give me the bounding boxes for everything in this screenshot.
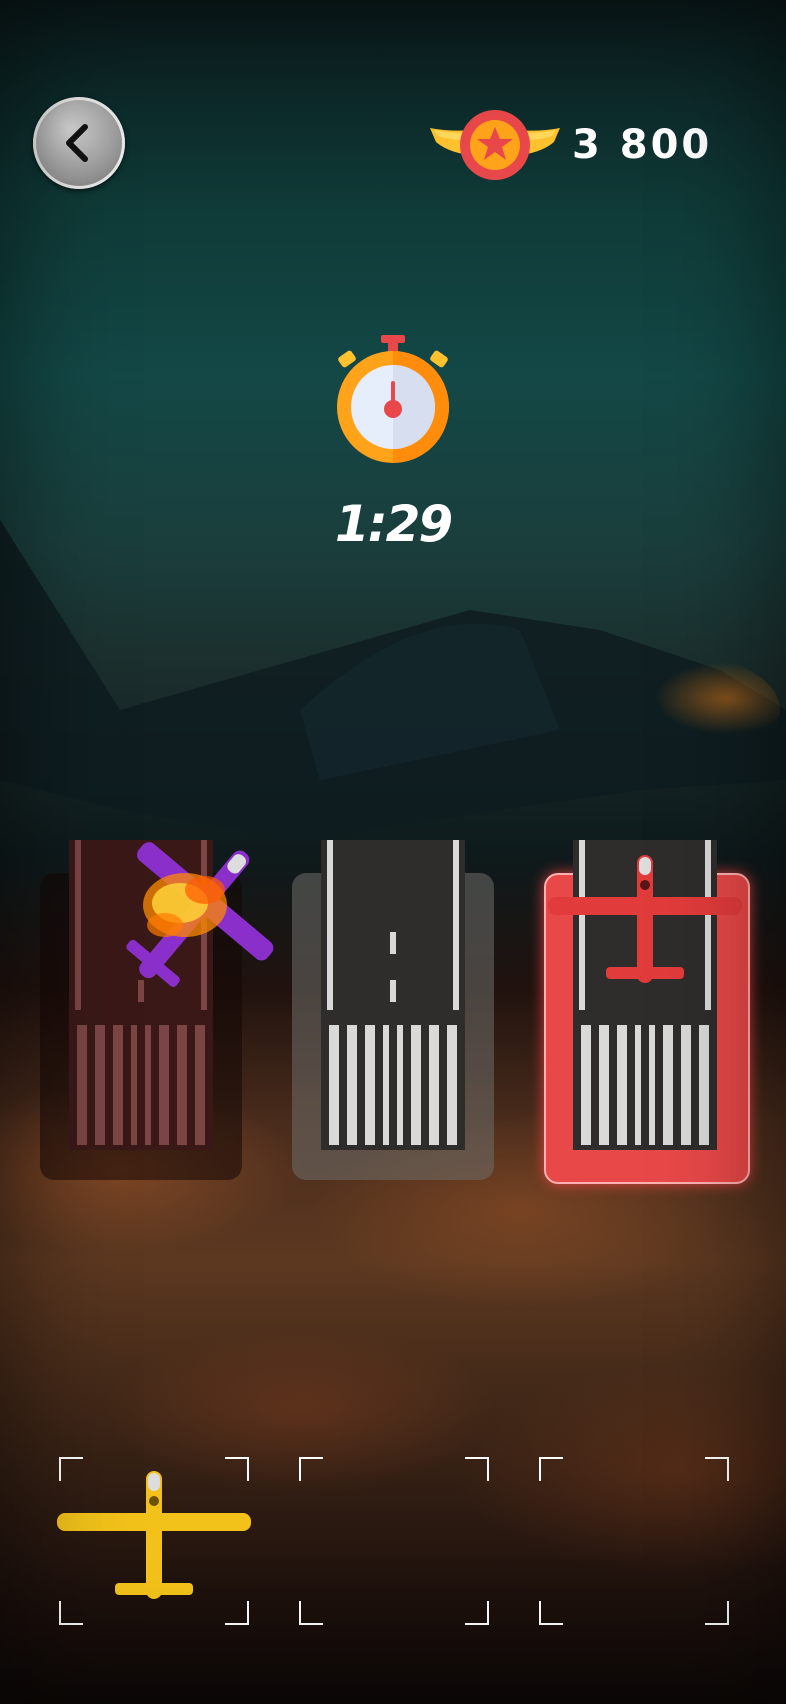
fire-effect [143, 873, 227, 937]
red-plane [548, 855, 742, 983]
slot-corner [539, 1601, 563, 1625]
slot-corner [539, 1457, 563, 1481]
slot-corner [59, 1601, 83, 1625]
slot-corner [705, 1601, 729, 1625]
slot-corner [465, 1601, 489, 1625]
back-button[interactable] [33, 97, 125, 189]
slot-corner [299, 1457, 323, 1481]
crashed-plane [126, 842, 274, 987]
plane-slot-2[interactable] [299, 1457, 489, 1625]
slot-corner [225, 1601, 249, 1625]
slot-corner [299, 1601, 323, 1625]
chevron-left-icon [66, 124, 88, 162]
slot-corner [465, 1457, 489, 1481]
coins-counter: 3 800 [430, 105, 712, 185]
runway-2[interactable] [321, 840, 465, 1150]
plane-slot-1[interactable] [57, 1457, 251, 1625]
plane-slot-3[interactable] [539, 1457, 729, 1625]
timer-text: 1:29 [334, 495, 453, 553]
winged-star-badge-icon [430, 110, 560, 180]
yellow-plane[interactable] [57, 1471, 251, 1601]
coins-value: 3 800 [572, 122, 713, 168]
slot-corner [705, 1457, 729, 1481]
stopwatch-icon [337, 335, 449, 463]
